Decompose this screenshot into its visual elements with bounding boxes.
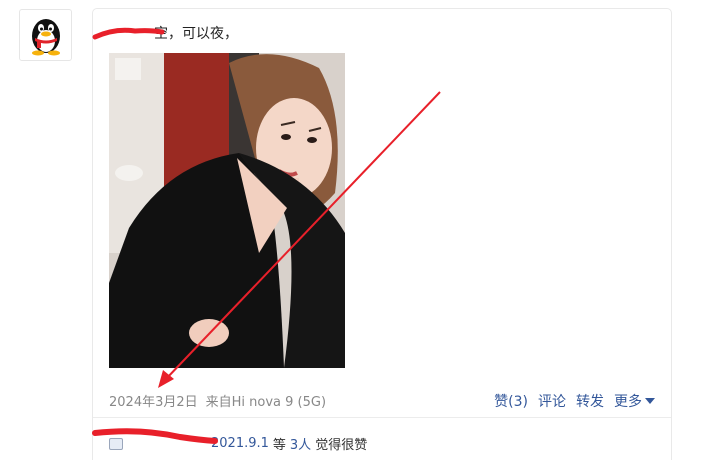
qq-penguin-icon xyxy=(31,19,60,56)
post-text: 空，可以夜， xyxy=(154,26,238,42)
more-button[interactable]: 更多 xyxy=(614,391,655,411)
photo-image xyxy=(109,53,345,368)
likes-suffix: 觉得很赞 xyxy=(315,438,368,453)
post-meta: 2024年3月2日 来自Hi nova 9 (5G) xyxy=(109,391,334,410)
likes-count[interactable]: 3人 xyxy=(290,434,311,453)
more-label: 更多 xyxy=(614,394,642,410)
avatar[interactable] xyxy=(19,9,72,61)
like-button[interactable]: 赞(3) xyxy=(494,391,528,411)
like-date[interactable]: 2021.9.1 xyxy=(211,436,269,451)
post-card: 空，可以夜， 2024年3月2日 来自Hi nova 9 (5G) 赞(3) 评… xyxy=(92,8,672,460)
action-bar: 赞(3) 评论 转发 更多 xyxy=(494,391,655,411)
comment-button[interactable]: 评论 xyxy=(538,391,566,411)
post-photo[interactable] xyxy=(109,53,345,368)
post-time[interactable]: 2024年3月2日 xyxy=(109,395,198,410)
likes-mid: 等 xyxy=(272,438,286,453)
divider xyxy=(93,417,671,418)
likes-summary: 2021.9.1 等 3人 觉得很赞 xyxy=(109,434,367,453)
caret-down-icon xyxy=(645,398,655,404)
thumbs-up-icon xyxy=(109,437,123,450)
share-button[interactable]: 转发 xyxy=(576,391,604,411)
post-source: 来自Hi nova 9 (5G) xyxy=(205,395,327,410)
